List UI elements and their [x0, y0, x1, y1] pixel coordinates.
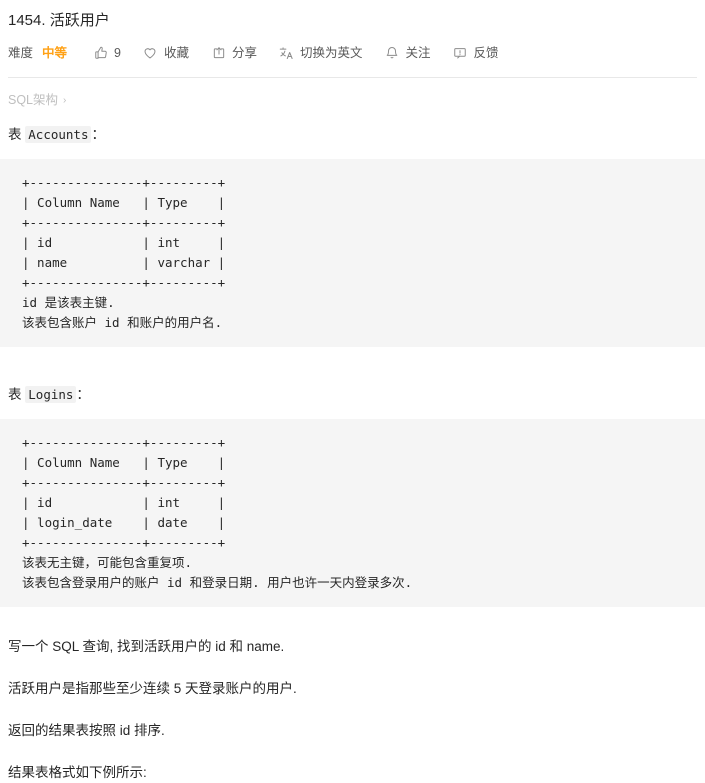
heart-icon	[143, 46, 158, 61]
translate-label: 切换为英文	[300, 46, 363, 60]
sql-schema-toggle[interactable]: SQL架构 ›	[8, 92, 66, 109]
subscribe-button[interactable]: 关注	[385, 45, 431, 61]
difficulty-label: 难度	[8, 46, 34, 60]
subscribe-label: 关注	[405, 46, 431, 60]
difficulty-indicator: 难度 中等	[8, 45, 67, 61]
feedback-button[interactable]: 反馈	[453, 45, 499, 61]
toolbar-divider	[8, 77, 697, 78]
description-paragraph: 写一个 SQL 查询, 找到活跃用户的 id 和 name.	[8, 639, 285, 654]
accounts-schema-codeblock: +---------------+---------+ | Column Nam…	[0, 159, 705, 347]
accounts-caption-suffix: ：	[91, 127, 105, 142]
bell-icon	[385, 46, 400, 61]
like-count: 9	[114, 46, 121, 60]
chevron-right-icon: ›	[63, 94, 67, 106]
share-button[interactable]: 分享	[211, 45, 257, 61]
accounts-table-caption: 表 Accounts：	[8, 125, 697, 145]
logins-table-caption: 表 Logins：	[8, 385, 697, 405]
translate-button[interactable]: 切换为英文	[279, 45, 363, 61]
favorite-button[interactable]: 收藏	[143, 45, 189, 61]
problem-description: 写一个 SQL 查询, 找到活跃用户的 id 和 name. 活跃用户是指那些至…	[8, 637, 697, 783]
feedback-label: 反馈	[473, 46, 499, 60]
accounts-table-name: Accounts	[25, 126, 92, 143]
description-paragraph: 结果表格式如下例所示:	[8, 765, 147, 780]
logins-caption-suffix: ：	[76, 387, 90, 402]
description-paragraph: 返回的结果表按照 id 排序.	[8, 723, 165, 738]
difficulty-value: 中等	[42, 46, 68, 60]
share-icon	[211, 46, 226, 61]
favorite-label: 收藏	[163, 46, 189, 60]
share-label: 分享	[232, 46, 258, 60]
like-button[interactable]: 9	[93, 45, 121, 61]
translate-icon	[279, 46, 294, 61]
problem-toolbar: 难度 中等 9 收藏 分享 切换为英文 关注 反馈	[8, 40, 697, 66]
sql-schema-label: SQL架构	[8, 93, 59, 107]
thumbs-up-icon	[93, 46, 108, 61]
logins-table-name: Logins	[25, 386, 77, 403]
page-title: 1454. 活跃用户	[8, 12, 110, 29]
problem-page: 1454. 活跃用户 难度 中等 9 收藏 分享 切换为英文 关注 反馈 SQL…	[0, 0, 705, 783]
logins-schema-codeblock: +---------------+---------+ | Column Nam…	[0, 419, 705, 607]
accounts-caption-prefix: 表	[8, 127, 22, 142]
description-paragraph: 活跃用户是指那些至少连续 5 天登录账户的用户.	[8, 681, 297, 696]
logins-caption-prefix: 表	[8, 387, 22, 402]
comment-icon	[453, 46, 468, 61]
